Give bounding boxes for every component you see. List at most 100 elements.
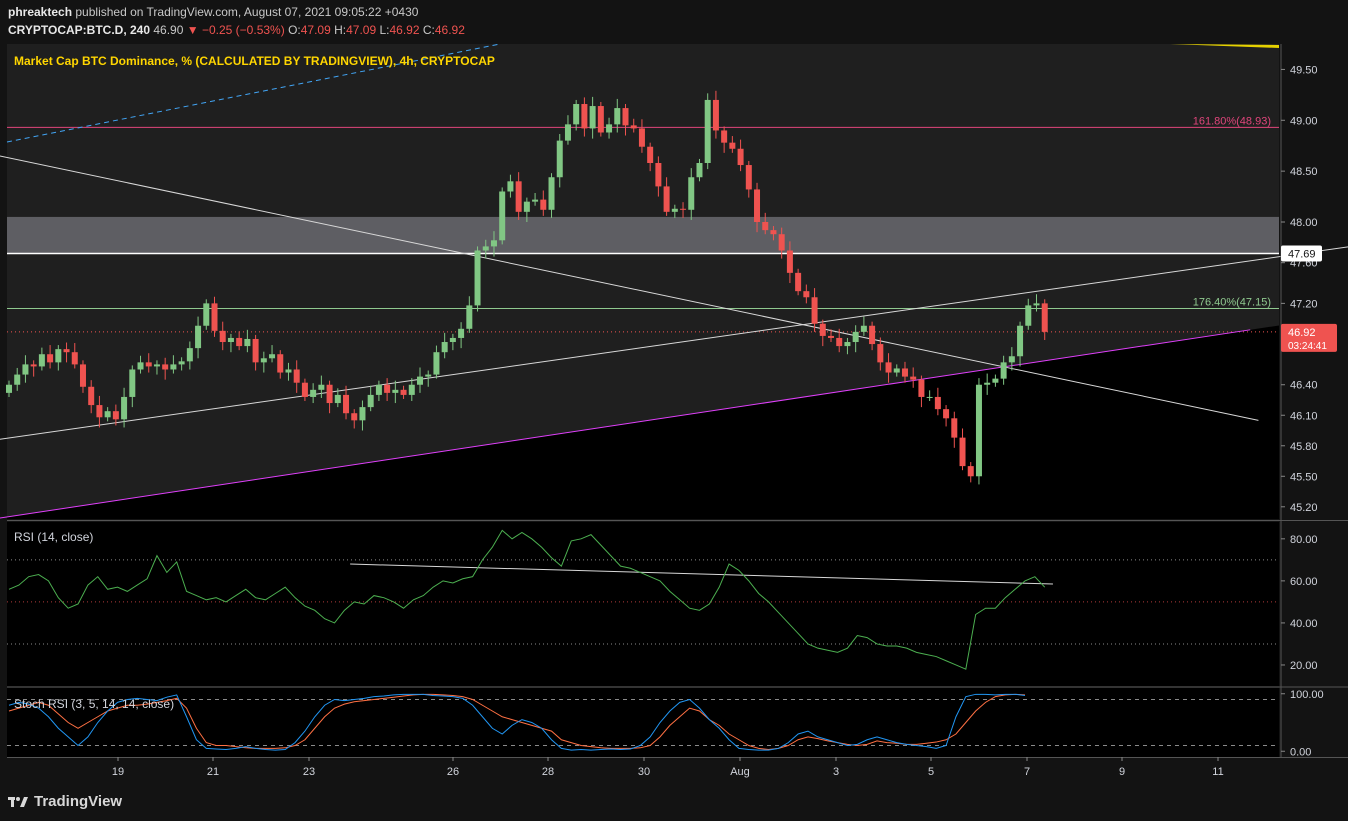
candle-body xyxy=(688,177,695,210)
candle-body xyxy=(1000,362,1007,379)
stoch-pane xyxy=(7,688,1279,757)
price-pane-title: Market Cap BTC Dominance, % (CALCULATED … xyxy=(14,54,495,68)
candle-body xyxy=(638,128,645,147)
candle-body xyxy=(145,362,152,367)
candle-body xyxy=(227,337,234,343)
candle-body xyxy=(869,325,876,345)
candle-body xyxy=(121,396,128,420)
candle-body xyxy=(14,374,21,385)
candle-body xyxy=(22,364,29,375)
candle-body xyxy=(38,354,45,367)
candle-body xyxy=(589,106,596,129)
candle-body xyxy=(860,325,867,332)
candle-body xyxy=(811,297,818,324)
candle-body xyxy=(934,396,941,410)
candle-body xyxy=(540,199,547,210)
candle-body xyxy=(301,382,308,397)
price-tick-label: 49.50 xyxy=(1290,64,1318,76)
candle-body xyxy=(704,99,711,164)
candle-body xyxy=(466,305,473,329)
candle-body xyxy=(285,369,292,373)
candle-body xyxy=(392,389,399,393)
candle xyxy=(597,101,604,137)
candle-body xyxy=(417,376,423,385)
candle-body xyxy=(1025,305,1032,326)
candle-body xyxy=(269,354,276,359)
candle-body xyxy=(984,382,991,385)
candle-body xyxy=(490,240,497,247)
candle-body xyxy=(745,165,752,190)
time-tick-label: 28 xyxy=(542,766,554,778)
candle-body xyxy=(943,409,950,419)
price-tick-label: 48.50 xyxy=(1290,166,1318,178)
candle-body xyxy=(951,418,958,438)
chart-canvas[interactable]: 161.80%(48.93) 176.40%(47.15) Market Cap B… xyxy=(0,0,1348,821)
candle-body xyxy=(112,411,119,420)
candle-body xyxy=(597,106,604,133)
candle-body xyxy=(786,250,793,273)
footer-brand: TradingView xyxy=(34,793,123,810)
level-price-text: 47.69 xyxy=(1288,249,1316,261)
candle-body xyxy=(556,140,563,178)
price-tick-label: 46.40 xyxy=(1290,380,1318,392)
candle-body xyxy=(803,291,810,298)
candle-body xyxy=(384,384,391,393)
price-tick-label: 45.50 xyxy=(1290,471,1318,483)
candle-body xyxy=(186,348,193,362)
stoch-pane-title: Stoch RSI (3, 5, 14, 14, close) xyxy=(14,697,174,711)
candle-body xyxy=(252,338,259,363)
candle-body xyxy=(1033,303,1040,306)
price-tick-label: 48.00 xyxy=(1290,217,1318,229)
candle-body xyxy=(482,246,489,251)
candle-body xyxy=(778,234,785,251)
price-tick-label: 45.20 xyxy=(1290,502,1318,514)
time-tick-label: 19 xyxy=(112,766,124,778)
resistance-zone xyxy=(7,216,1279,254)
candle-body xyxy=(959,437,966,467)
candle-body xyxy=(548,177,555,210)
candle-body xyxy=(852,331,859,343)
candle-body xyxy=(260,358,267,363)
tradingview-logo: TradingView xyxy=(8,793,122,810)
candle-body xyxy=(910,376,917,380)
candle-body xyxy=(885,362,892,373)
candle-body xyxy=(343,394,350,414)
candle-body xyxy=(918,379,925,397)
candle xyxy=(474,246,481,312)
time-tick-label: 30 xyxy=(638,766,650,778)
candle-body xyxy=(170,364,177,370)
candle-body xyxy=(1008,356,1015,363)
candle-body xyxy=(310,389,317,397)
candle-body xyxy=(79,364,86,387)
candle-body xyxy=(351,413,358,421)
candle-body xyxy=(680,208,687,210)
candle-body xyxy=(901,368,908,377)
time-tick-label: 11 xyxy=(1212,766,1223,778)
rsi-pane xyxy=(7,522,1279,686)
candle-body xyxy=(195,325,202,349)
candle-body xyxy=(729,142,736,149)
candle-body xyxy=(129,369,136,397)
candle-body xyxy=(606,124,613,133)
candle-body xyxy=(770,230,777,235)
candle-body xyxy=(162,364,169,370)
bar-countdown-text: 03:24:41 xyxy=(1288,341,1327,352)
candle-body xyxy=(88,386,95,406)
rsi-tick-label: 40.00 xyxy=(1290,618,1318,630)
price-tick-label: 46.10 xyxy=(1290,410,1318,422)
candle-body xyxy=(655,163,662,187)
price-tick-label: 45.80 xyxy=(1290,441,1318,453)
candle-body xyxy=(975,384,982,477)
candle-body xyxy=(359,407,366,421)
rsi-tick-label: 80.00 xyxy=(1290,534,1318,546)
candle-body xyxy=(96,405,103,418)
candle-body xyxy=(614,108,621,125)
candle-body xyxy=(754,189,761,222)
candle-body xyxy=(30,364,37,367)
candle-body xyxy=(458,328,465,338)
candle-body xyxy=(573,104,580,125)
candle-body xyxy=(293,369,300,383)
time-tick-label: Aug xyxy=(730,766,750,778)
candle-body xyxy=(178,361,185,365)
time-tick-label: 9 xyxy=(1119,766,1125,778)
